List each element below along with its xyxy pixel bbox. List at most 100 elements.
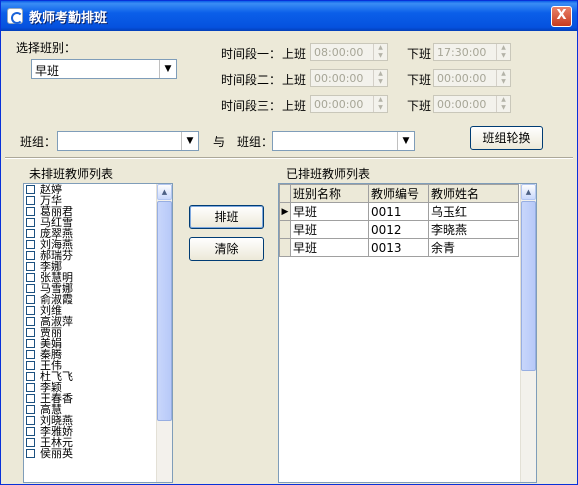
table-cell[interactable]: 早班 <box>290 220 369 239</box>
list-item[interactable]: 侯丽英 <box>24 448 172 459</box>
row-header <box>279 220 291 239</box>
spin-updown-icon[interactable]: ▲ ▼ <box>373 96 387 112</box>
spin-updown-icon[interactable]: ▲ ▼ <box>496 44 510 60</box>
vertical-scrollbar[interactable]: ▲ <box>520 184 536 482</box>
checkbox[interactable] <box>26 438 35 447</box>
time-slot-1-off-input[interactable]: 17:30:00 ▲ ▼ <box>433 43 511 61</box>
scroll-up-icon[interactable]: ▲ <box>521 184 536 200</box>
column-header-teacher-name[interactable]: 教师姓名 <box>428 184 519 203</box>
group-swap-button[interactable]: 班组轮换 <box>470 126 543 150</box>
group-2-select[interactable]: ▼ <box>272 131 415 151</box>
time-slot-2-on-input[interactable]: 00:00:00 ▲ ▼ <box>310 69 388 87</box>
chevron-down-icon[interactable]: ▼ <box>181 132 198 150</box>
time-slot-3-off-label: 下班 <box>407 99 432 113</box>
spin-updown-icon[interactable]: ▲ ▼ <box>373 70 387 86</box>
chevron-down-icon[interactable]: ▼ <box>159 60 176 78</box>
table-cell[interactable]: 早班 <box>290 202 369 221</box>
checkbox[interactable] <box>26 339 35 348</box>
checkbox[interactable] <box>26 383 35 392</box>
spin-updown-icon[interactable]: ▲ ▼ <box>373 44 387 60</box>
checkbox[interactable] <box>26 218 35 227</box>
checkbox[interactable] <box>26 207 35 216</box>
chevron-down-icon[interactable]: ▼ <box>397 132 414 150</box>
group-1-label: 班组： <box>20 135 57 149</box>
checkbox[interactable] <box>26 185 35 194</box>
column-header-class[interactable]: 班别名称 <box>290 184 369 203</box>
table-header-row: 班别名称 教师编号 教师姓名 <box>279 184 519 203</box>
close-button[interactable]: X <box>551 6 572 27</box>
scroll-thumb[interactable] <box>521 201 536 371</box>
scroll-up-icon[interactable]: ▲ <box>157 184 172 200</box>
checkbox[interactable] <box>26 295 35 304</box>
time-slot-2-off-input[interactable]: 00:00:00 ▲ ▼ <box>433 69 511 87</box>
time-slot-2-on-label: 上班 <box>282 73 307 87</box>
table-cell[interactable]: 早班 <box>290 238 369 257</box>
time-slot-1-on-label: 上班 <box>282 47 307 61</box>
class-select-value: 早班 <box>35 64 60 78</box>
class-select-label: 选择班别： <box>16 41 77 55</box>
group-with-label: 与 <box>213 135 226 149</box>
checkbox[interactable] <box>26 229 35 238</box>
class-select[interactable]: 早班 ▼ <box>31 59 177 79</box>
spin-updown-icon[interactable]: ▲ ▼ <box>496 96 510 112</box>
time-slot-3-off-value: 00:00:00 <box>437 98 487 111</box>
time-slot-3-on-input[interactable]: 00:00:00 ▲ ▼ <box>310 95 388 113</box>
checkbox[interactable] <box>26 262 35 271</box>
schedule-button[interactable]: 排班 <box>189 205 264 229</box>
current-row-marker-icon: ▶ <box>279 202 291 221</box>
checkbox[interactable] <box>26 251 35 260</box>
time-slot-1-on-value: 08:00:00 <box>314 46 364 59</box>
checkbox[interactable] <box>26 273 35 282</box>
time-slot-2-off-label: 下班 <box>407 73 432 87</box>
checkbox[interactable] <box>26 449 35 458</box>
table-row[interactable]: ▶ 早班 0011 乌玉红 <box>279 202 519 221</box>
table-cell[interactable]: 0013 <box>368 238 429 257</box>
unscheduled-teacher-list[interactable]: 赵婷 万华 葛丽君 马红雪 庞翠燕 刘海燕 郝瑞芬 李娜 张慧明 马雪娜 俞淑霞 刘维 高淑萍 贾丽 美娟秦… <box>23 183 173 483</box>
time-slot-3-on-label: 上班 <box>282 99 307 113</box>
checkbox[interactable] <box>26 328 35 337</box>
time-slot-1-label: 时间段一： <box>221 47 282 61</box>
table-cell[interactable]: 乌玉红 <box>428 202 519 221</box>
scheduled-teacher-grid[interactable]: 班别名称 教师编号 教师姓名 ▶ 早班 0011 乌玉红 早班 0012 李晓燕 <box>278 183 537 483</box>
time-slot-1-off-label: 下班 <box>407 47 432 61</box>
app-icon <box>7 8 23 24</box>
checkbox[interactable] <box>26 427 35 436</box>
time-slot-3-off-input[interactable]: 00:00:00 ▲ ▼ <box>433 95 511 113</box>
scheduled-list-title: 已排班教师列表 <box>286 167 371 181</box>
checkbox[interactable] <box>26 405 35 414</box>
clear-button[interactable]: 清除 <box>189 237 264 261</box>
scheduled-table: 班别名称 教师编号 教师姓名 ▶ 早班 0011 乌玉红 早班 0012 李晓燕 <box>279 184 519 257</box>
checkbox[interactable] <box>26 350 35 359</box>
checkbox[interactable] <box>26 394 35 403</box>
unscheduled-list-title: 未排班教师列表 <box>29 167 114 181</box>
spin-updown-icon[interactable]: ▲ ▼ <box>496 70 510 86</box>
table-cell[interactable]: 李晓燕 <box>428 220 519 239</box>
title-bar[interactable]: 教师考勤排班 X <box>1 1 577 31</box>
checkbox[interactable] <box>26 361 35 370</box>
checkbox[interactable] <box>26 372 35 381</box>
checkbox[interactable] <box>26 240 35 249</box>
time-slot-1-off-value: 17:30:00 <box>437 46 487 59</box>
table-row[interactable]: 早班 0013 余青 <box>279 238 519 257</box>
table-cell[interactable]: 0012 <box>368 220 429 239</box>
group-2-label: 班组： <box>237 135 274 149</box>
teacher-list-items: 赵婷 万华 葛丽君 马红雪 庞翠燕 刘海燕 郝瑞芬 李娜 张慧明 马雪娜 俞淑霞 刘维 高淑萍 贾丽 美娟秦… <box>24 184 172 459</box>
time-slot-3-label: 时间段三： <box>221 99 282 113</box>
vertical-scrollbar[interactable]: ▲ <box>156 184 172 482</box>
table-cell[interactable]: 0011 <box>368 202 429 221</box>
window-title: 教师考勤排班 <box>29 11 108 26</box>
row-header <box>279 238 291 257</box>
time-slot-2-off-value: 00:00:00 <box>437 72 487 85</box>
separator <box>5 157 573 159</box>
scroll-thumb[interactable] <box>157 201 172 421</box>
checkbox[interactable] <box>26 306 35 315</box>
checkbox[interactable] <box>26 317 35 326</box>
checkbox[interactable] <box>26 416 35 425</box>
checkbox[interactable] <box>26 196 35 205</box>
table-cell[interactable]: 余青 <box>428 238 519 257</box>
time-slot-1-on-input[interactable]: 08:00:00 ▲ ▼ <box>310 43 388 61</box>
table-row[interactable]: 早班 0012 李晓燕 <box>279 220 519 239</box>
column-header-teacher-id[interactable]: 教师编号 <box>368 184 429 203</box>
group-1-select[interactable]: ▼ <box>57 131 199 151</box>
checkbox[interactable] <box>26 284 35 293</box>
